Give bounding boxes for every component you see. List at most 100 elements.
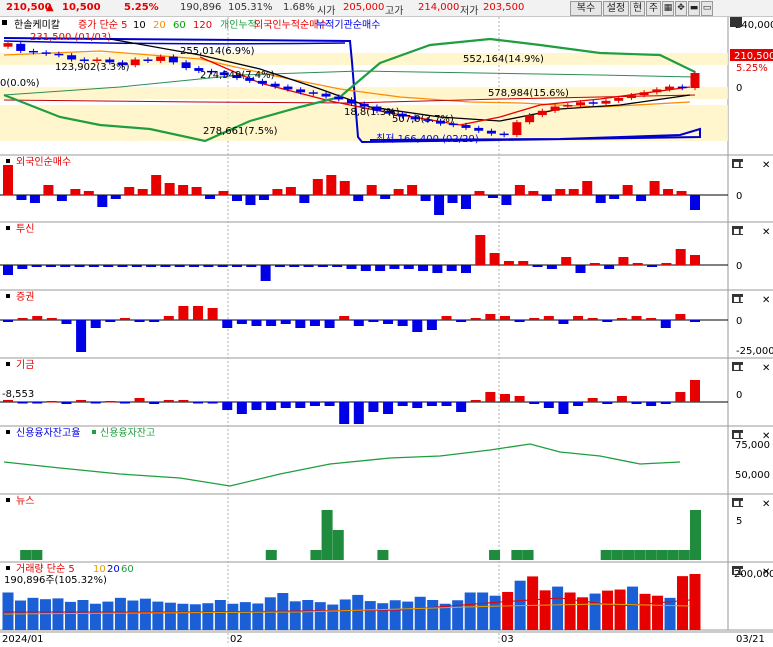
flow-bar (397, 320, 408, 326)
multi-button[interactable]: 복수 (570, 1, 602, 16)
flow-bar (103, 265, 114, 267)
volume-bar (164, 602, 176, 630)
flow-bar (514, 185, 525, 195)
flow-bar (646, 402, 657, 406)
candle-body (550, 106, 560, 111)
flow-bar (663, 189, 674, 195)
flow-bar (203, 265, 214, 267)
volume-bar (577, 597, 589, 630)
flow-bar (178, 306, 189, 320)
news-bar (265, 550, 277, 560)
candle-body (92, 59, 102, 61)
news-bar (600, 550, 612, 560)
flow-bar (178, 185, 189, 195)
volume-bar (502, 591, 514, 630)
flow-bar (258, 195, 269, 200)
candle-body (156, 56, 166, 61)
main-maximize-icon (730, 17, 742, 27)
x-axis-label: 02 (230, 634, 243, 645)
news-bar (656, 550, 668, 560)
volume-bar (527, 576, 539, 630)
candle-body (537, 110, 547, 116)
news-bar (377, 550, 389, 560)
panel-axis-label: 0 (736, 191, 742, 202)
volume-ma-label: 20 (107, 564, 120, 575)
volume-bar (414, 596, 426, 630)
flow-bar (558, 402, 569, 414)
move-icon[interactable]: ✥ (675, 1, 687, 16)
flow-bar (587, 398, 598, 402)
flow-bar (222, 402, 233, 410)
change-percent: 5.25% (124, 2, 159, 13)
flow-bar (622, 185, 633, 195)
volume-bar (239, 602, 251, 630)
flow-bar (353, 402, 364, 424)
volume-bar (252, 603, 264, 630)
flow-bar (499, 316, 510, 320)
volume-bar (214, 599, 226, 630)
flow-bar (189, 265, 200, 267)
current-button[interactable]: 현 (630, 1, 645, 16)
panel-axis-label: 50,000 (735, 470, 770, 481)
minimize-icon[interactable]: ▬ (688, 1, 700, 16)
candle-body (3, 43, 13, 47)
flow-bar (149, 402, 160, 404)
candle-body (563, 105, 573, 107)
volume-bar (477, 592, 489, 630)
volume-bar (677, 576, 689, 630)
panel-close-icon: ✕ (762, 227, 770, 238)
settings-button[interactable]: 설정 (603, 1, 629, 16)
main-legend-item: 120 (193, 20, 212, 31)
flow-bar (285, 187, 296, 195)
flow-bar (3, 400, 13, 402)
volume-bar (339, 599, 351, 630)
flow-bar (616, 318, 627, 320)
flow-bar (636, 195, 647, 201)
legend-marker (2, 20, 7, 25)
volume-bar (314, 602, 326, 630)
flow-bar (649, 181, 660, 195)
stock-chart[interactable]: ▪▪ ✕▪▪ ✕▪▪ ✕▪▪ ✕▪▪ ✕▪▪ ✕▪▪ ✕2024/01 02 03 03/21231… (0, 17, 773, 647)
volume-bar (114, 597, 126, 630)
flow-bar (309, 402, 320, 406)
week-button[interactable]: 주 (646, 1, 661, 16)
flow-bar (543, 402, 554, 408)
flow-bar (61, 320, 72, 324)
flow-bar (397, 402, 408, 406)
flow-bar (251, 320, 262, 326)
flow-bar (274, 265, 285, 267)
grid-icon[interactable]: ▦ (662, 1, 674, 16)
candle-body (639, 92, 649, 96)
current-price: 210,500 (6, 2, 52, 13)
flow-bar (618, 257, 629, 265)
price-annotation: 123,902(3.3%) (55, 62, 130, 73)
flow-bar (543, 316, 554, 320)
flow-bar (76, 320, 87, 352)
volume-bar (652, 595, 664, 630)
x-axis-last-date: 03/21 (736, 634, 765, 645)
restore-icon[interactable]: ▭ (701, 1, 713, 16)
volume-bar (589, 593, 601, 630)
flow-bar (339, 316, 350, 320)
flow-bar (46, 401, 57, 403)
flow-bar (573, 316, 584, 320)
flow-bar (46, 318, 57, 320)
turnover-rate: 1.68% (283, 2, 315, 13)
change-arrow: ▲ (46, 2, 54, 13)
open-label: 시가 (317, 6, 336, 17)
panel-axis-label: 5 (736, 516, 742, 527)
flow-bar (207, 402, 218, 404)
flow-bar (383, 402, 394, 414)
candle-body (308, 92, 318, 94)
flow-bar (360, 265, 371, 271)
flow-bar (447, 195, 458, 203)
price-annotation: 507,0(3.7%) (392, 114, 454, 125)
candle-body (626, 95, 636, 98)
price-annotation: 274,549(7.4%) (200, 70, 275, 81)
flow-bar (676, 191, 687, 195)
news-bar (678, 550, 690, 560)
flow-bar (134, 320, 145, 322)
flow-bar (217, 265, 228, 267)
panel-left-value: -8,553 (2, 389, 34, 400)
flow-bar (289, 265, 300, 267)
